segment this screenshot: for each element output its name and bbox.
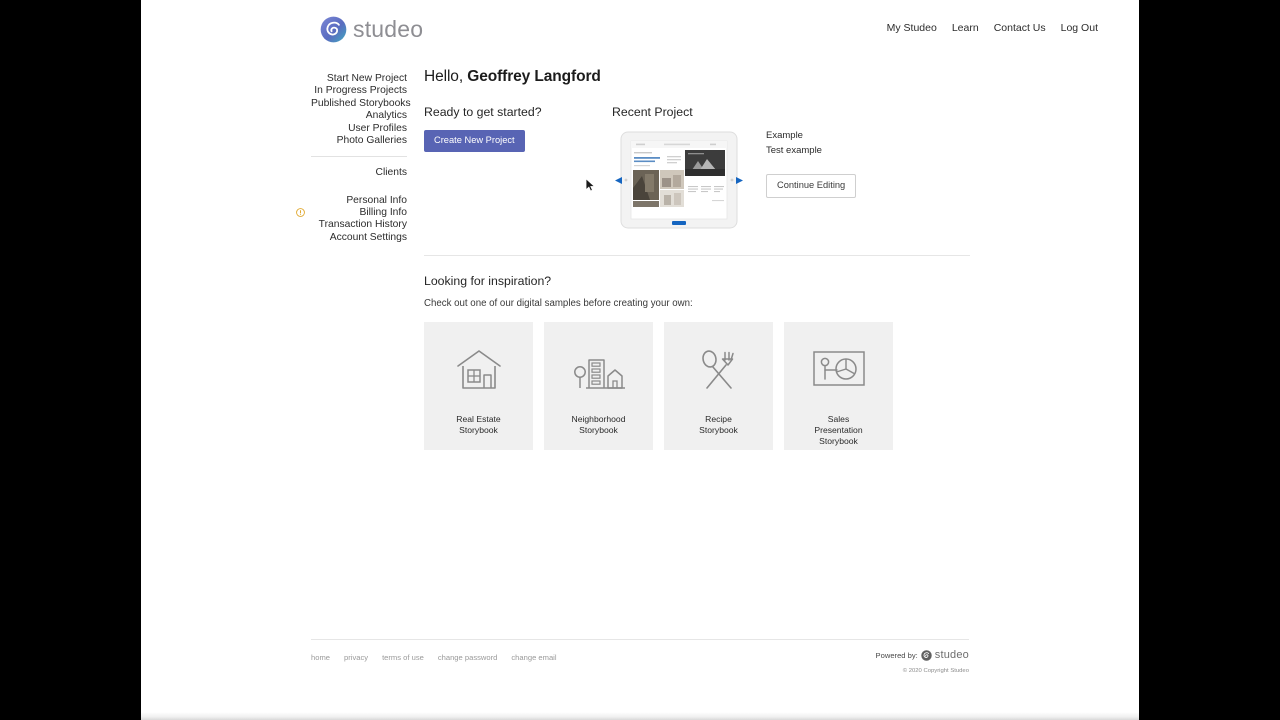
card-label-recipe: Recipe Storybook bbox=[664, 414, 773, 436]
neighborhood-buildings-icon bbox=[544, 348, 653, 392]
recent-project-heading: Recent Project bbox=[612, 105, 693, 119]
sidebar-item-billing-info-label: Billing Info bbox=[359, 207, 407, 219]
nav-contact-us[interactable]: Contact Us bbox=[994, 22, 1046, 34]
card-real-estate-storybook[interactable]: Real Estate Storybook bbox=[424, 322, 533, 450]
main-content: Hello, Geoffrey Langford Ready to get st… bbox=[424, 68, 972, 450]
powered-by: Powered by: studeo bbox=[876, 649, 969, 661]
screen: studeo My Studeo Learn Contact Us Log Ou… bbox=[0, 0, 1280, 720]
footer-link-terms-of-use[interactable]: terms of use bbox=[382, 653, 424, 662]
powered-by-label: Powered by: bbox=[875, 650, 918, 660]
footer-link-change-email[interactable]: change email bbox=[511, 653, 556, 662]
continue-editing-button[interactable]: Continue Editing bbox=[766, 174, 857, 199]
sidebar-item-transaction-history[interactable]: Transaction History bbox=[311, 219, 407, 231]
footer-link-home[interactable]: home bbox=[311, 653, 330, 662]
card-sales-presentation-storybook[interactable]: Sales Presentation Storybook bbox=[784, 322, 893, 450]
sidebar-group-projects: Start New Project In Progress Projects P… bbox=[311, 73, 411, 147]
browser-page: studeo My Studeo Learn Contact Us Log Ou… bbox=[141, 0, 1139, 717]
card-label-line2: Storybook bbox=[579, 425, 618, 435]
card-label-line2: Presentation bbox=[814, 425, 863, 435]
nav-my-studeo[interactable]: My Studeo bbox=[887, 22, 937, 34]
card-label-line1: Recipe bbox=[705, 414, 732, 424]
sidebar-nav: Start New Project In Progress Projects P… bbox=[296, 73, 411, 244]
footer-branding: Powered by: studeo © 2020 Copyright Stud… bbox=[876, 649, 969, 674]
studeo-spiral-logo-icon-small bbox=[921, 649, 932, 661]
page-bottom-shadow bbox=[141, 712, 1139, 720]
get-started-section: Ready to get started? Create New Project bbox=[424, 105, 604, 153]
page-title: Hello, Geoffrey Langford bbox=[424, 68, 972, 86]
brand-name: studeo bbox=[353, 16, 424, 42]
copyright-text: © 2020 Copyright Studeo bbox=[902, 668, 969, 674]
card-label-real-estate: Real Estate Storybook bbox=[424, 414, 533, 436]
nav-log-out[interactable]: Log Out bbox=[1061, 22, 1098, 34]
sidebar-group-clients: Clients bbox=[311, 167, 407, 179]
recent-project-row: Example Test example Continue Editing bbox=[612, 130, 972, 234]
brand-logo[interactable]: studeo bbox=[320, 16, 423, 43]
card-label-line1: Sales bbox=[827, 414, 850, 424]
fork-spoon-icon bbox=[664, 348, 773, 392]
card-label-line1: Neighborhood bbox=[571, 414, 626, 424]
sidebar-item-in-progress-projects[interactable]: In Progress Projects bbox=[311, 85, 407, 97]
recent-project-subtitle: Test example bbox=[766, 145, 822, 156]
card-neighborhood-storybook[interactable]: Neighborhood Storybook bbox=[544, 322, 653, 450]
section-divider bbox=[424, 255, 970, 256]
sidebar-group-account: Personal Info Billing Info Transaction H… bbox=[296, 195, 407, 244]
top-sections: Ready to get started? Create New Project… bbox=[424, 105, 972, 247]
sidebar-item-photo-galleries[interactable]: Photo Galleries bbox=[311, 135, 407, 147]
nav-learn[interactable]: Learn bbox=[952, 22, 979, 34]
sidebar-item-clients[interactable]: Clients bbox=[311, 167, 407, 179]
recent-project-details: Example Test example Continue Editing bbox=[766, 130, 966, 199]
inspiration-subtext: Check out one of our digital samples bef… bbox=[424, 298, 693, 309]
sidebar-item-start-new-project[interactable]: Start New Project bbox=[311, 73, 407, 85]
recent-project-section: Recent Project Example Test example Cont… bbox=[612, 105, 972, 234]
card-label-sales-presentation: Sales Presentation Storybook bbox=[784, 414, 893, 447]
studeo-spiral-logo-icon bbox=[320, 16, 347, 43]
sidebar-item-account-settings[interactable]: Account Settings bbox=[311, 232, 407, 244]
footer-link-change-password[interactable]: change password bbox=[438, 653, 498, 662]
footer-link-privacy[interactable]: privacy bbox=[344, 653, 368, 662]
inspiration-section: Looking for inspiration? Check out one o… bbox=[424, 274, 972, 450]
inspiration-heading: Looking for inspiration? bbox=[424, 274, 552, 288]
site-header: studeo My Studeo Learn Contact Us Log Ou… bbox=[141, 0, 1139, 58]
sidebar-item-user-profiles[interactable]: User Profiles bbox=[311, 123, 407, 135]
card-recipe-storybook[interactable]: Recipe Storybook bbox=[664, 322, 773, 450]
top-navigation: My Studeo Learn Contact Us Log Out bbox=[887, 22, 1098, 34]
powered-by-brand: studeo bbox=[934, 649, 969, 661]
sidebar-item-billing-info[interactable]: Billing Info bbox=[296, 207, 407, 219]
card-label-line2: Storybook bbox=[699, 425, 738, 435]
card-label-neighborhood: Neighborhood Storybook bbox=[544, 414, 653, 436]
sidebar-item-analytics[interactable]: Analytics bbox=[311, 110, 407, 122]
card-label-line1: Real Estate bbox=[456, 414, 501, 424]
greeting-user-name: Geoffrey Langford bbox=[467, 68, 601, 85]
site-footer: home privacy terms of use change passwor… bbox=[311, 639, 969, 693]
sidebar-item-published-storybooks[interactable]: Published Storybooks bbox=[311, 98, 411, 110]
sidebar-divider bbox=[311, 156, 407, 158]
ready-heading: Ready to get started? bbox=[424, 105, 542, 119]
sample-cards: Real Estate Storybook Neighborhood Story… bbox=[424, 322, 972, 450]
footer-links: home privacy terms of use change passwor… bbox=[311, 653, 557, 662]
card-label-line3: Storybook bbox=[819, 436, 858, 446]
create-new-project-button[interactable]: Create New Project bbox=[424, 130, 525, 153]
card-label-line2: Storybook bbox=[459, 425, 498, 435]
sidebar-item-personal-info[interactable]: Personal Info bbox=[311, 195, 407, 207]
alert-circle-icon bbox=[296, 208, 305, 217]
presentation-chart-icon bbox=[784, 348, 893, 390]
recent-project-title: Example bbox=[766, 130, 803, 141]
house-icon bbox=[424, 348, 533, 392]
tablet-preview-thumbnail[interactable] bbox=[612, 130, 746, 230]
greeting-prefix: Hello, bbox=[424, 68, 468, 85]
